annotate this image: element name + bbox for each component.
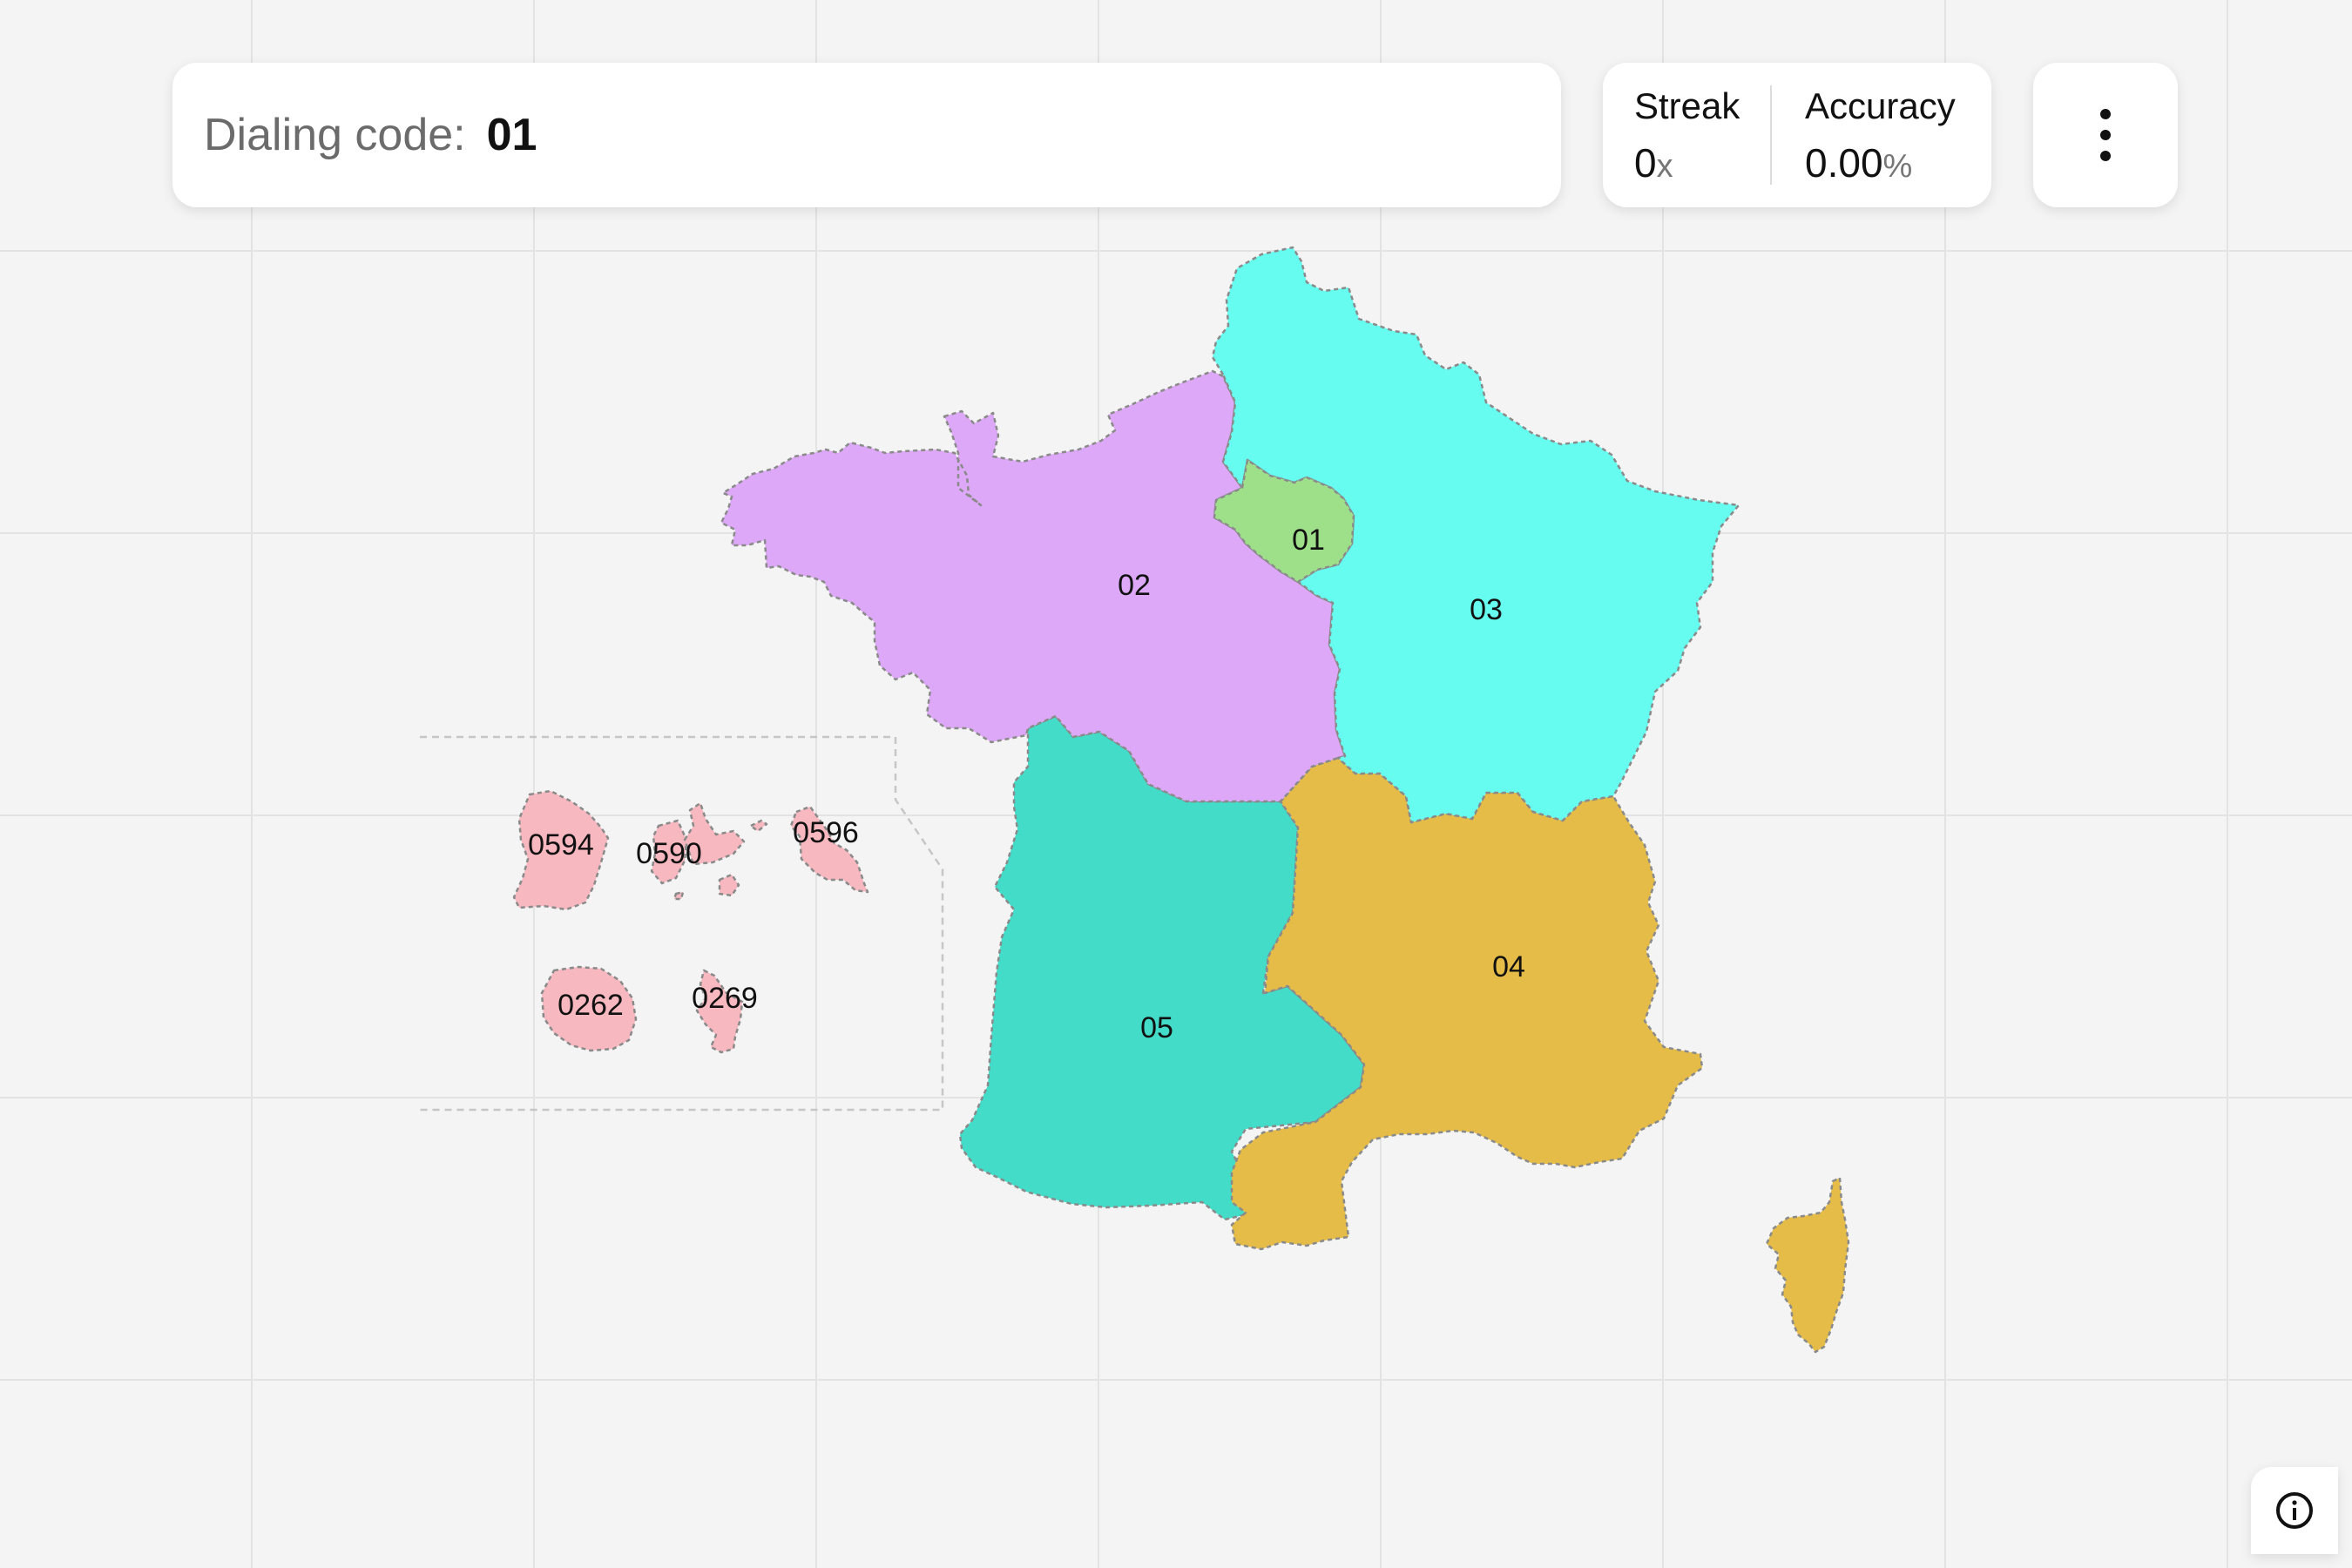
accuracy-title: Accuracy: [1805, 85, 1956, 126]
region-0590-saintes[interactable]: [672, 890, 685, 901]
region-0262[interactable]: [540, 965, 638, 1052]
streak-stat: Streak 0x: [1634, 85, 1740, 186]
menu-button[interactable]: [2033, 63, 2178, 207]
overseas-inset-frame: [420, 735, 944, 1112]
info-circle-icon: [2276, 1492, 2313, 1529]
prompt-card: Dialing code: 01: [172, 63, 1561, 207]
region-0269[interactable]: [695, 969, 744, 1054]
streak-value: 0: [1634, 140, 1657, 186]
region-0596[interactable]: [789, 805, 869, 894]
prompt-value: 01: [486, 110, 537, 160]
stats-divider: [1770, 85, 1772, 185]
streak-title: Streak: [1634, 85, 1740, 126]
region-0590-desirade[interactable]: [749, 819, 768, 833]
region-04-corsica[interactable]: [1765, 1176, 1850, 1354]
vertical-dots-icon: [2100, 109, 2111, 161]
streak-unit: x: [1656, 148, 1673, 185]
accuracy-stat: Accuracy 0.00%: [1805, 85, 1956, 186]
france-map: 01 02 03 04 05 0594 0590 0596 0262 0269: [420, 246, 1850, 1354]
prompt-label: Dialing code:: [204, 110, 466, 160]
streak-value-row: 0x: [1634, 139, 1740, 186]
stats-card: Streak 0x Accuracy 0.00%: [1603, 63, 1991, 207]
accuracy-unit: %: [1882, 148, 1913, 185]
accuracy-value-row: 0.00%: [1805, 139, 1956, 186]
region-0594[interactable]: [512, 789, 610, 911]
accuracy-value: 0.00: [1805, 140, 1883, 186]
region-0590-marie-galante[interactable]: [718, 873, 740, 897]
region-0590-guadeloupe-east[interactable]: [683, 801, 746, 866]
info-button[interactable]: [2251, 1467, 2338, 1554]
region-0590-guadeloupe-west[interactable]: [650, 819, 688, 885]
